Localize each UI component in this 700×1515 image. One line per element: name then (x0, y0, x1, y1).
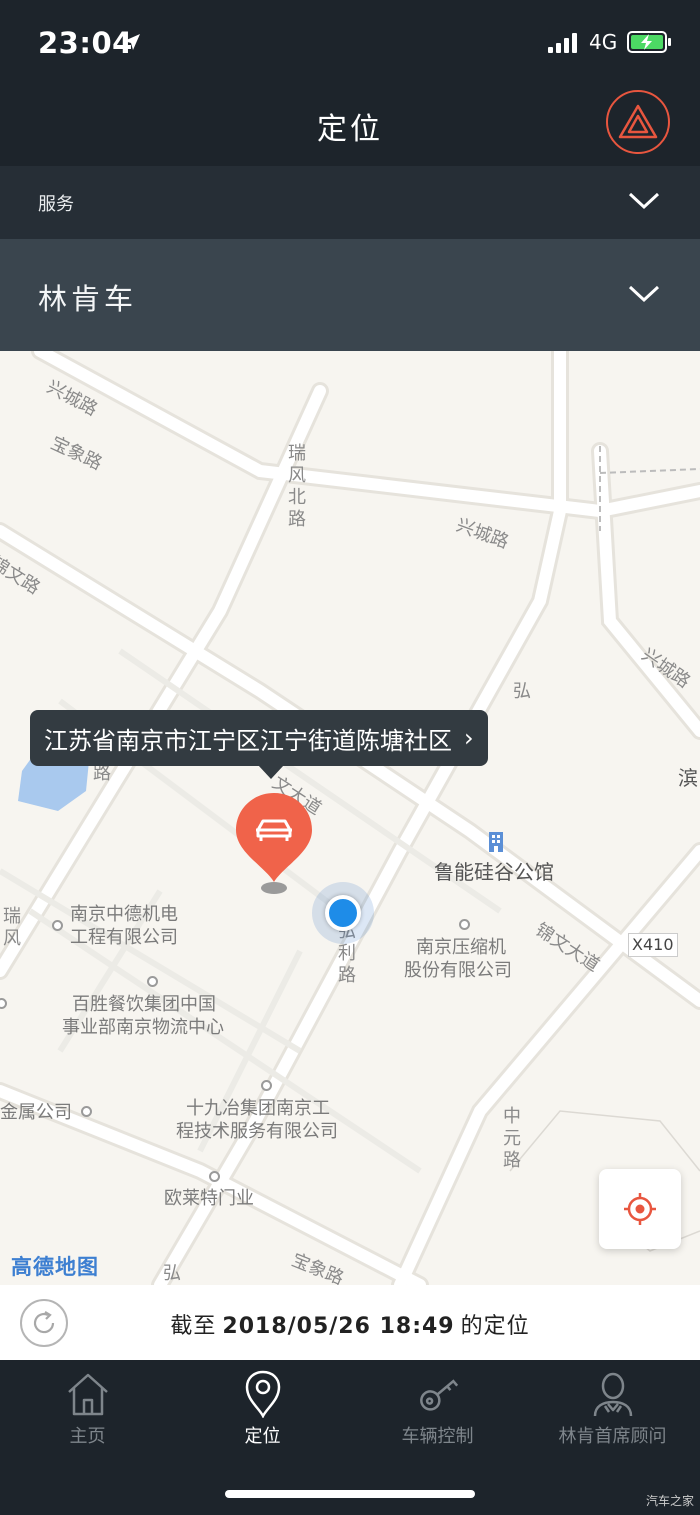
poi-label: 程技术服务有限公司 (176, 1121, 338, 1142)
timestamp-value: 2018/05/26 18:49 (222, 1314, 455, 1339)
poi-label: 百胜餐饮集团中国 (72, 994, 216, 1015)
tab-vehicle-control[interactable]: 车辆控制 (350, 1370, 525, 1462)
road-label: 中元路 (503, 1106, 521, 1171)
hazard-button[interactable] (606, 90, 670, 154)
timestamp-prefix: 截至 (170, 1314, 217, 1339)
locate-me-button[interactable] (599, 1169, 681, 1249)
poi-label: 滨 (678, 766, 698, 790)
tab-label: 主页 (69, 1426, 106, 1447)
crosshair-icon (624, 1193, 656, 1225)
poi-label: 股份有限公司 (404, 960, 512, 981)
poi-marker (147, 976, 158, 987)
poi-marker (81, 1106, 92, 1117)
poi-marker (459, 919, 470, 930)
poi-marker (52, 920, 63, 931)
highway-shield: X410 (628, 933, 678, 957)
tab-location[interactable]: 定位 (175, 1370, 350, 1462)
location-timestamp: 截至 2018/05/26 18:49 的定位 (0, 1308, 700, 1340)
vehicle-dropdown[interactable]: 林肯车 (0, 239, 700, 351)
building-icon (489, 832, 503, 852)
poi-marker (261, 1080, 272, 1091)
tab-label: 定位 (244, 1426, 281, 1447)
user-location-dot (312, 882, 374, 944)
map-roads (0, 351, 700, 1285)
poi-label: 金属公司 (0, 1102, 72, 1123)
location-pin-icon (245, 1370, 280, 1418)
poi-label: 南京压缩机 (416, 937, 506, 958)
address-callout[interactable]: 江苏省南京市江宁区江宁街道陈塘社区 › (30, 710, 488, 779)
key-icon (419, 1379, 458, 1411)
tab-advisor[interactable]: 林肯首席顾问 (525, 1370, 700, 1462)
poi-label: 工程有限公司 (70, 927, 178, 948)
hazard-icon (618, 104, 658, 139)
status-bar: 23:04 4G (0, 0, 700, 86)
car-location-marker[interactable] (234, 792, 314, 898)
road-label: 弘 (163, 1263, 181, 1284)
signal-icon (548, 33, 577, 53)
poi-label: 南京中德机电 (70, 904, 178, 925)
road-label: 瑞风北路 (288, 443, 306, 530)
map-provider-logo: 高德地图 (11, 1255, 99, 1279)
vehicle-label: 林肯车 (38, 282, 138, 316)
header: 定位 (0, 86, 700, 166)
advisor-icon (593, 1372, 632, 1417)
poi-label: 欧莱特门业 (164, 1188, 254, 1209)
status-time: 23:04 (38, 26, 133, 60)
page-title: 定位 (317, 112, 383, 147)
chevron-down-icon (628, 285, 660, 303)
tab-bar: 主页 定位 车辆控制 林肯首席顾问 汽车之家 (0, 1360, 700, 1515)
battery-charging-icon (627, 31, 671, 53)
chevron-down-icon (628, 192, 660, 210)
road-label: 弘 (513, 681, 531, 702)
poi-marker (209, 1171, 220, 1182)
home-indicator[interactable] (225, 1490, 475, 1498)
timestamp-suffix: 的定位 (460, 1314, 530, 1339)
tab-label: 车辆控制 (401, 1426, 474, 1447)
address-text: 江苏省南京市江宁区江宁街道陈塘社区 (44, 726, 452, 755)
poi-label: 事业部南京物流中心 (62, 1017, 224, 1038)
map-view[interactable]: 兴城路 兴城路 兴城路 瑞风北路 锦文路 文大道 锦文大道 弘 弘利路 中元路 … (0, 351, 700, 1285)
watermark: 汽车之家 (645, 1494, 694, 1508)
service-label: 服务 (38, 194, 74, 215)
road-label: 路 (93, 763, 111, 784)
tab-home[interactable]: 主页 (0, 1370, 175, 1462)
road-label: 瑞风 (3, 906, 21, 949)
service-dropdown[interactable]: 服务 (0, 166, 700, 239)
poi-label: 十九冶集团南京工 (186, 1098, 330, 1119)
chevron-right-icon: › (464, 724, 474, 752)
network-type: 4G (589, 30, 618, 54)
home-icon (67, 1373, 108, 1416)
poi-label: 鲁能硅谷公馆 (434, 860, 554, 884)
tab-label: 林肯首席顾问 (558, 1426, 667, 1447)
location-arrow-icon (124, 34, 140, 50)
refresh-bar: 截至 2018/05/26 18:49 的定位 (0, 1285, 700, 1360)
